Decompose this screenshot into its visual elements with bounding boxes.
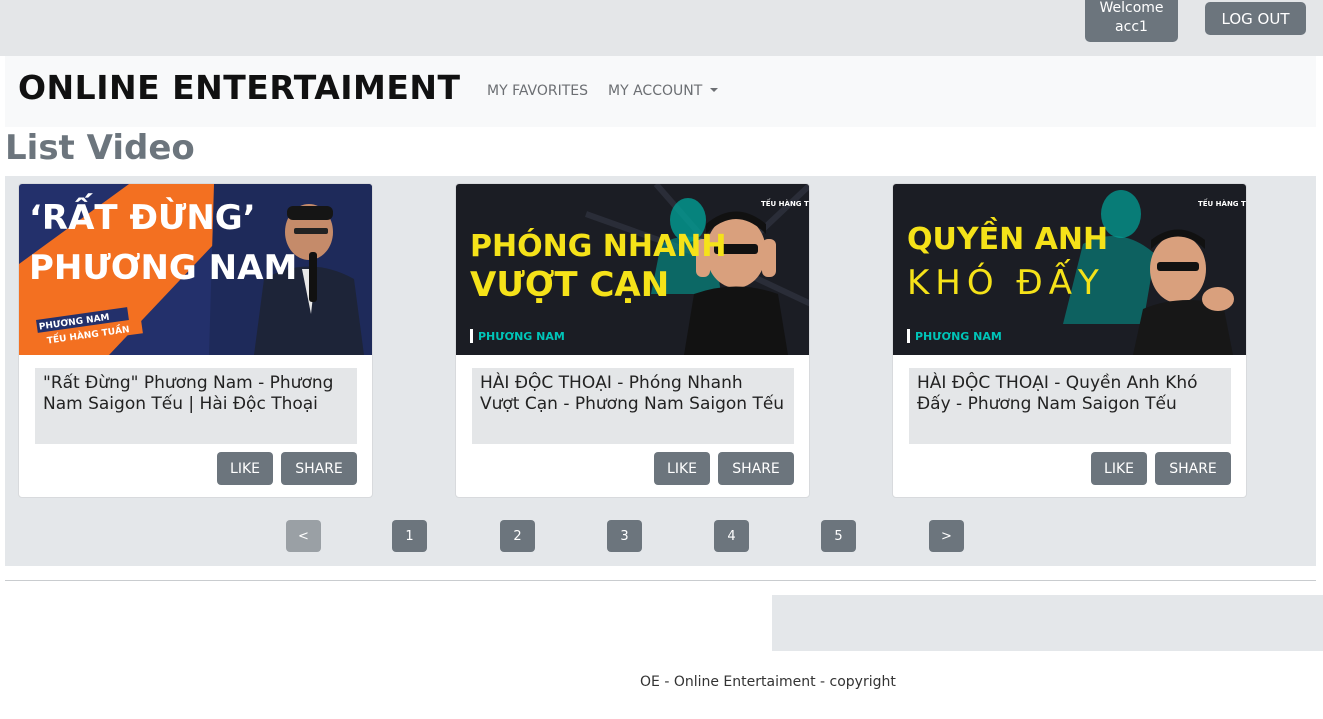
- pagination-next-button[interactable]: >: [929, 520, 964, 552]
- share-button[interactable]: SHARE: [1155, 452, 1231, 485]
- video-card: PHÓNG NHANH VƯỢT CẠN PHƯƠNG NAM TẾU HÀNG…: [455, 183, 810, 498]
- pagination-prev-button[interactable]: <: [286, 520, 321, 552]
- thumbnail-image-2: PHÓNG NHANH VƯỢT CẠN PHƯƠNG NAM TẾU HÀNG…: [456, 184, 810, 355]
- caret-down-icon: [710, 88, 719, 92]
- thumb-text-3b: KHÓ ĐẤY: [907, 259, 1105, 303]
- pagination-page-2[interactable]: 2: [500, 520, 535, 552]
- pagination-page-1[interactable]: 1: [392, 520, 427, 552]
- video-title[interactable]: HÀI ĐỘC THOẠI - Quyền Anh Khó Đấy - Phươ…: [909, 368, 1231, 444]
- footer-panel: [772, 595, 1323, 651]
- navbar: ONLINE ENTERTAIMENT MY FAVORITES MY ACCO…: [5, 56, 1316, 127]
- video-thumbnail[interactable]: PHÓNG NHANH VƯỢT CẠN PHƯƠNG NAM TẾU HÀNG…: [456, 184, 810, 355]
- video-thumbnail[interactable]: QUYỀN ANH KHÓ ĐẤY PHƯƠNG NAM TẾU HÀNG TU…: [893, 184, 1247, 355]
- logout-button[interactable]: LOG OUT: [1205, 2, 1306, 35]
- thumb-text-2b: VƯỢT CẠN: [470, 265, 669, 305]
- thumb-badge-2: TẾU HÀNG TUẦN: [761, 198, 810, 208]
- share-button[interactable]: SHARE: [281, 452, 357, 485]
- like-button[interactable]: LIKE: [654, 452, 710, 485]
- page-title: List Video: [5, 128, 195, 168]
- brand-logo[interactable]: ONLINE ENTERTAIMENT: [18, 68, 461, 107]
- thumb-text-3a: QUYỀN ANH: [907, 217, 1108, 257]
- footer-copyright: OE - Online Entertaiment - copyright: [640, 674, 896, 690]
- nav-my-account-label: MY ACCOUNT: [608, 83, 703, 99]
- thumbnail-image-1: ‘RẤT ĐỪNG’ PHƯƠNG NAM PHƯƠNG NAM TẾU HÀN…: [19, 184, 372, 355]
- video-card: QUYỀN ANH KHÓ ĐẤY PHƯƠNG NAM TẾU HÀNG TU…: [892, 183, 1247, 498]
- thumb-text-2a: PHÓNG NHANH: [470, 227, 726, 264]
- welcome-label: Welcome: [1099, 0, 1164, 16]
- pagination-page-3[interactable]: 3: [607, 520, 642, 552]
- pagination-page-4[interactable]: 4: [714, 520, 749, 552]
- video-thumbnail[interactable]: ‘RẤT ĐỪNG’ PHƯƠNG NAM PHƯƠNG NAM TẾU HÀN…: [19, 184, 372, 355]
- thumbnail-image-3: QUYỀN ANH KHÓ ĐẤY PHƯƠNG NAM TẾU HÀNG TU…: [893, 184, 1247, 355]
- nav-my-account-dropdown[interactable]: MY ACCOUNT: [608, 83, 719, 99]
- thumb-badge-3: TẾU HÀNG TUẦN: [1198, 198, 1247, 208]
- thumb-tag-2: PHƯƠNG NAM: [478, 330, 565, 343]
- video-title[interactable]: HÀI ĐỘC THOẠI - Phóng Nhanh Vượt Cạn - P…: [472, 368, 794, 444]
- like-button[interactable]: LIKE: [1091, 452, 1147, 485]
- pagination-page-5[interactable]: 5: [821, 520, 856, 552]
- like-button[interactable]: LIKE: [217, 452, 273, 485]
- thumb-text-1b: PHƯƠNG NAM: [29, 248, 297, 288]
- welcome-user-button[interactable]: Welcome acc1: [1085, 0, 1178, 42]
- video-title[interactable]: "Rất Đừng" Phương Nam - Phương Nam Saigo…: [35, 368, 357, 444]
- username-label: acc1: [1115, 19, 1148, 35]
- divider: [5, 580, 1316, 581]
- thumb-tag-3: PHƯƠNG NAM: [915, 330, 1002, 343]
- thumb-text-1a: ‘RẤT ĐỪNG’: [29, 193, 256, 238]
- share-button[interactable]: SHARE: [718, 452, 794, 485]
- video-card: ‘RẤT ĐỪNG’ PHƯƠNG NAM PHƯƠNG NAM TẾU HÀN…: [18, 183, 373, 498]
- nav-my-favorites[interactable]: MY FAVORITES: [487, 83, 588, 99]
